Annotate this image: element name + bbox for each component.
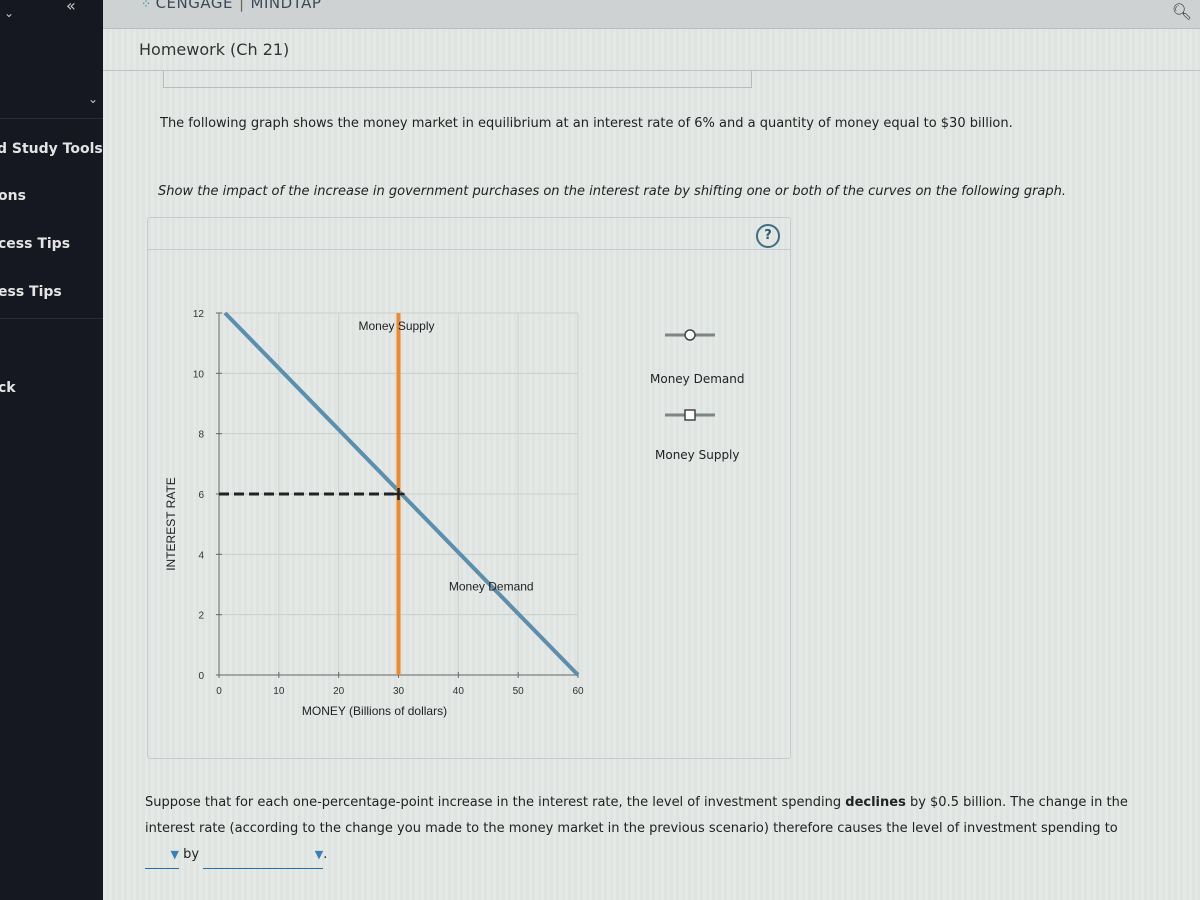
by-label: by bbox=[183, 847, 200, 862]
y-tick-label: 0 bbox=[198, 671, 204, 682]
assignment-title: Homework (Ch 21) bbox=[139, 40, 290, 59]
money-demand-drag-tool[interactable] bbox=[663, 328, 717, 342]
money-demand-label: Money Demand bbox=[449, 580, 534, 594]
sidebar-item-success-tips-1[interactable]: cess Tips bbox=[0, 236, 70, 252]
collapse-sidebar-icon[interactable]: « bbox=[66, 0, 76, 15]
sidebar-item-study-tools[interactable]: d Study Tools bbox=[0, 141, 103, 157]
sidebar-divider bbox=[0, 118, 103, 119]
y-tick-label: 2 bbox=[198, 611, 204, 622]
x-tick-label: 0 bbox=[216, 686, 222, 697]
main-content: ⁘ CENGAGE | MINDTAP 🔍︎ Homework (Ch 21) The… bbox=[103, 0, 1200, 900]
legend-money-demand: Money Demand bbox=[650, 372, 745, 386]
followup-question: Suppose that for each one-percentage-poi… bbox=[145, 790, 1175, 869]
cengage-logo-icon: ⁘ bbox=[141, 0, 152, 11]
x-tick-label: 30 bbox=[393, 686, 405, 697]
y-tick-label: 6 bbox=[198, 490, 204, 501]
x-tick-label: 60 bbox=[572, 686, 584, 697]
sidebar-item-ons[interactable]: ons bbox=[0, 188, 26, 204]
chevron-down-icon[interactable]: ⌄ bbox=[88, 92, 98, 106]
top-bar: ⁘ CENGAGE | MINDTAP 🔍︎ bbox=[103, 0, 1200, 29]
y-tick-label: 10 bbox=[193, 369, 205, 380]
y-axis-label: INTEREST RATE bbox=[164, 477, 178, 571]
sidebar-item-ck[interactable]: ck bbox=[0, 380, 16, 396]
investment-direction-dropdown[interactable]: ▼ bbox=[145, 842, 179, 869]
logo: ⁘ CENGAGE | MINDTAP bbox=[141, 0, 321, 12]
sidebar-item-success-tips-2[interactable]: ess Tips bbox=[0, 284, 62, 300]
y-tick-label: 8 bbox=[198, 430, 204, 441]
money-supply-drag-tool[interactable] bbox=[663, 408, 717, 422]
money-supply-label: Money Supply bbox=[358, 319, 434, 333]
y-tick-label: 12 bbox=[193, 309, 205, 320]
y-tick-label: 4 bbox=[198, 550, 204, 561]
legend-money-supply: Money Supply bbox=[655, 448, 740, 462]
x-tick-label: 40 bbox=[453, 686, 465, 697]
investment-amount-dropdown[interactable]: ▼ bbox=[203, 842, 324, 869]
money-market-chart: 0 10 20 30 40 50 60 0 2 4 6 8 10 12 MONEY (Billions of… bbox=[164, 309, 584, 718]
sidebar: ⌄ « ⌄ d Study Tools ons cess Tips ess Ti… bbox=[0, 0, 103, 900]
question-intro: The following graph shows the money mark… bbox=[160, 116, 1013, 131]
progress-box bbox=[163, 71, 752, 88]
sidebar-divider bbox=[0, 318, 103, 319]
question-instruction: Show the impact of the increase in gover… bbox=[158, 184, 1067, 199]
graph-panel: ? 0 10 20 30 40 50 60 0 2 4 6 8 10 12 MONEY (Billions … bbox=[147, 217, 791, 759]
x-tick-label: 20 bbox=[333, 686, 345, 697]
x-tick-label: 50 bbox=[513, 686, 525, 697]
search-icon[interactable]: 🔍︎ bbox=[1172, 2, 1192, 21]
chevron-down-icon[interactable]: ⌄ bbox=[4, 6, 14, 20]
x-axis-label: MONEY (Billions of dollars) bbox=[302, 704, 447, 718]
x-tick-label: 10 bbox=[273, 686, 285, 697]
